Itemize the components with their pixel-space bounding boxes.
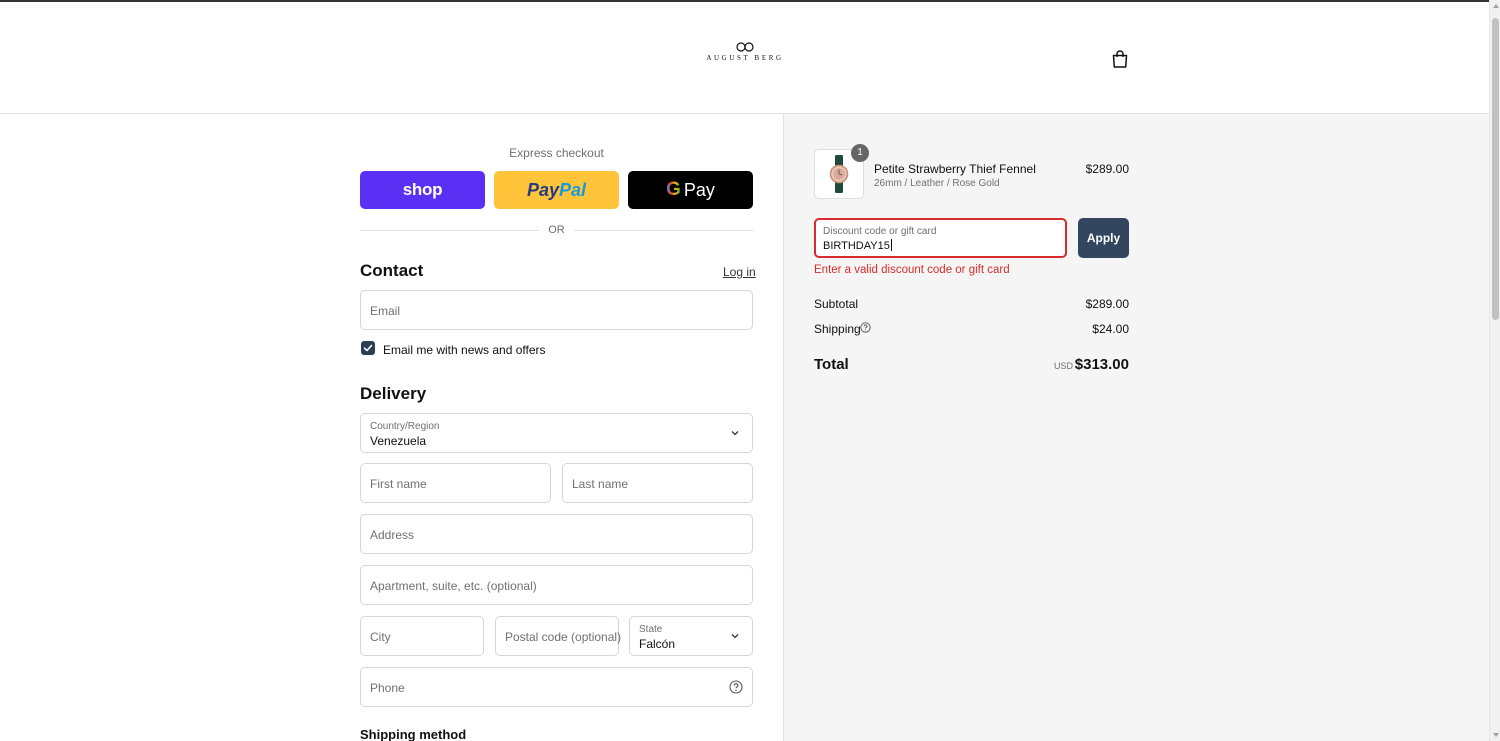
country-select[interactable]: Country/Region Venezuela — [360, 413, 753, 453]
shop-pay-label: shop — [402, 180, 443, 199]
cart-icon[interactable] — [1111, 49, 1129, 69]
city-field[interactable]: City — [360, 616, 484, 656]
or-label: OR — [539, 224, 574, 236]
contact-title: Contact — [360, 261, 424, 280]
scroll-down-arrow-icon[interactable] — [1493, 733, 1499, 737]
discount-value: BIRTHDAY15 — [823, 240, 890, 252]
postal-code-placeholder: Postal code (optional) — [505, 630, 622, 644]
discount-error-message: Enter a valid discount code or gift card — [814, 264, 1010, 276]
newsletter-label: Email me with news and offers — [383, 343, 546, 357]
apartment-field[interactable]: Apartment, suite, etc. (optional) — [360, 565, 753, 605]
total-label: Total — [814, 356, 849, 373]
apply-button[interactable]: Apply — [1078, 218, 1129, 258]
express-checkout-title: Express checkout — [509, 146, 604, 160]
total-value: $313.00 — [1074, 356, 1129, 373]
item-variant: 26mm / Leather / Rose Gold — [874, 178, 1000, 189]
apartment-placeholder: Apartment, suite, etc. (optional) — [370, 579, 537, 593]
paypal-label-part1: Pay — [526, 179, 559, 200]
address-field[interactable]: Address — [360, 514, 753, 554]
discount-code-field[interactable]: Discount code or gift card BIRTHDAY15 — [814, 218, 1067, 258]
scroll-thumb[interactable] — [1492, 18, 1499, 320]
city-placeholder: City — [370, 630, 391, 644]
last-name-placeholder: Last name — [572, 477, 629, 491]
last-name-field[interactable]: Last name — [562, 463, 753, 503]
page-scrollbar[interactable] — [1489, 0, 1500, 741]
brand-logo[interactable]: AUGUST BERG — [705, 42, 785, 62]
state-value: Falcón — [639, 637, 676, 651]
state-select[interactable]: State Falcón — [629, 616, 753, 656]
text-caret — [890, 239, 892, 251]
login-link[interactable]: Log in — [723, 265, 756, 279]
shop-pay-button[interactable]: shop — [360, 171, 485, 209]
quantity-badge: 1 — [851, 144, 869, 162]
country-label: Country/Region — [370, 421, 440, 432]
discount-label: Discount code or gift card — [823, 226, 937, 237]
email-placeholder: Email — [370, 304, 401, 318]
chevron-down-icon — [731, 634, 739, 639]
delivery-title: Delivery — [360, 384, 427, 403]
discount-value-wrap: BIRTHDAY15 — [823, 239, 892, 252]
phone-placeholder: Phone — [370, 681, 405, 695]
help-circle-icon[interactable] — [729, 680, 743, 694]
checkmark-icon — [363, 344, 373, 352]
subtotal-label: Subtotal — [814, 297, 859, 311]
google-pay-label: Pay — [683, 179, 715, 200]
country-value: Venezuela — [370, 434, 427, 448]
email-field[interactable]: Email — [360, 290, 753, 330]
paypal-label-part2: Pal — [559, 179, 587, 200]
site-header: AUGUST BERG — [0, 2, 1489, 114]
first-name-placeholder: First name — [370, 477, 427, 491]
state-label: State — [639, 624, 663, 635]
scroll-up-arrow-icon[interactable] — [1493, 4, 1499, 8]
newsletter-checkbox[interactable] — [361, 341, 375, 355]
google-g-icon: G — [666, 179, 681, 200]
phone-field[interactable]: Phone — [360, 667, 753, 707]
address-placeholder: Address — [370, 528, 415, 542]
item-name: Petite Strawberry Thief Fennel — [874, 162, 1036, 176]
paypal-button[interactable]: Pay Pal — [494, 171, 619, 209]
google-pay-button[interactable]: G Pay — [628, 171, 753, 209]
chevron-down-icon — [731, 431, 739, 436]
shipping-label: Shipping — [814, 322, 861, 336]
shipping-value: $24.00 — [1092, 322, 1129, 336]
brand-name: AUGUST BERG — [706, 54, 784, 62]
subtotal-value: $289.00 — [1085, 297, 1129, 311]
shipping-method-title: Shipping method — [360, 727, 467, 741]
first-name-field[interactable]: First name — [360, 463, 551, 503]
help-circle-icon[interactable] — [860, 322, 871, 333]
total-currency: USD — [1053, 361, 1073, 371]
item-price: $289.00 — [1085, 162, 1129, 176]
logo-infinity-icon — [736, 42, 754, 52]
order-summary-panel — [783, 114, 1489, 741]
postal-code-field[interactable]: Postal code (optional) — [495, 616, 622, 656]
